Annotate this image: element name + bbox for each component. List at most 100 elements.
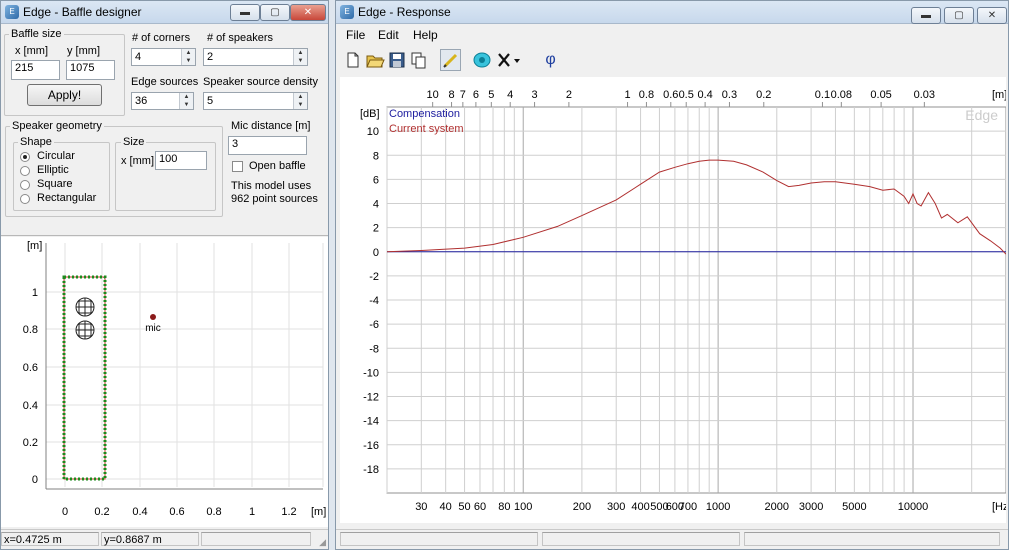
corners-spin-arrows[interactable]: ▲ ▼ [181, 49, 195, 65]
y-tick-label: -14 [363, 416, 379, 428]
shape-square-label: Square [37, 178, 73, 190]
plot-x-tick: 0 [62, 506, 68, 518]
legend-entry: Current system [389, 123, 464, 135]
y-tick-label: 2 [373, 223, 379, 235]
top-axis-unit: [m] [992, 89, 1006, 101]
speaker-density-spin-arrows[interactable]: ▲ ▼ [293, 93, 307, 109]
top-axis-label: 5 [488, 89, 494, 101]
close-button[interactable]: ✕ [290, 4, 326, 21]
corners-value: 4 [135, 51, 142, 63]
baffle-x-input[interactable]: 215 [11, 60, 60, 80]
edge-sources-label: Edge sources [131, 76, 199, 88]
x-tick-label: 2000 [765, 501, 789, 513]
y-axis-unit: [dB] [360, 108, 380, 120]
window-title: Edge - Baffle designer [23, 5, 142, 19]
draw-tool-button[interactable] [440, 49, 461, 71]
minimize-button[interactable]: ▬ [911, 7, 941, 24]
new-file-button[interactable] [342, 49, 363, 71]
legend-entry: Compensation [389, 108, 460, 120]
y-tick-label: -4 [369, 295, 379, 307]
top-axis-label: 0.08 [831, 89, 852, 101]
edge-sources-spinner[interactable]: 36 ▲ ▼ [131, 92, 194, 110]
copy-button[interactable] [408, 49, 429, 71]
speaker-icon [473, 52, 491, 68]
model-info-line2: 962 point sources [231, 193, 318, 205]
shape-label: Shape [18, 136, 54, 148]
mic-distance-label: Mic distance [m] [231, 120, 311, 132]
speakers-spin-arrows[interactable]: ▲ ▼ [293, 49, 307, 65]
baffle-y-input[interactable]: 1075 [66, 60, 115, 80]
resize-grip-icon[interactable]: ◢ [319, 537, 326, 548]
new-file-icon [347, 52, 359, 68]
open-baffle-checkbox[interactable] [232, 161, 243, 172]
y-tick-label: 8 [373, 150, 379, 162]
title-bar: E Edge - Response ▬ ▢ ✕ [336, 1, 1008, 24]
mic-marker-icon[interactable] [150, 314, 156, 320]
speaker-size-input[interactable]: 100 [155, 151, 207, 170]
open-baffle-label: Open baffle [249, 160, 306, 172]
shape-elliptic-radio[interactable] [20, 166, 30, 176]
menu-file[interactable]: File [346, 28, 365, 42]
save-button[interactable] [386, 49, 407, 71]
edge-watermark: Edge [965, 107, 998, 123]
open-button[interactable] [364, 49, 385, 71]
status-pane-1 [340, 532, 538, 546]
plot-x-tick: 0.4 [132, 506, 147, 518]
x-tick-label: 80 [498, 501, 510, 513]
baffle-y-label: y [mm] [67, 45, 100, 57]
edge-sources-spin-arrows[interactable]: ▲ ▼ [179, 93, 193, 109]
maximize-button[interactable]: ▢ [260, 4, 290, 21]
speaker-tweeter [75, 320, 95, 340]
response-chart[interactable]: 1086420-2-4-6-8-10-12-14-16-1830 40 50 60 80… [340, 77, 1006, 523]
delete-dropdown-button[interactable] [495, 49, 523, 71]
top-axis-label: 10 [427, 89, 439, 101]
x-tick-label: 400 [631, 501, 649, 513]
speaker-density-value: 5 [207, 95, 214, 107]
x-tick-label: 100 [514, 501, 532, 513]
speaker-density-spinner[interactable]: 5 ▲ ▼ [203, 92, 308, 110]
shape-elliptic-label: Elliptic [37, 164, 69, 176]
speaker-tool-button[interactable] [471, 49, 492, 71]
mic-distance-input[interactable]: 3 [228, 136, 307, 155]
y-tick-label: 6 [373, 174, 379, 186]
x-tick-label: 60 [474, 501, 486, 513]
size-x-label: x [mm] [121, 155, 154, 167]
speakers-value: 2 [207, 51, 214, 63]
top-axis-label: 0.05 [870, 89, 891, 101]
speakers-spinner[interactable]: 2 ▲ ▼ [203, 48, 308, 66]
menu-help[interactable]: Help [413, 28, 438, 42]
phase-button[interactable]: φ [540, 49, 561, 71]
corners-spinner[interactable]: 4 ▲ ▼ [131, 48, 196, 66]
top-axis-label: 4 [507, 89, 513, 101]
delete-x-icon [498, 53, 520, 67]
maximize-button[interactable]: ▢ [944, 7, 974, 24]
top-axis-label: 0.2 [756, 89, 771, 101]
y-tick-label: 0 [373, 247, 379, 259]
y-tick-label: -2 [369, 271, 379, 283]
mic-label: mic [145, 323, 161, 334]
x-tick-label: 200 [573, 501, 591, 513]
x-tick-label: 700 [679, 501, 697, 513]
plot-divider [1, 235, 328, 236]
x-tick-label: 10000 [898, 501, 929, 513]
top-axis-label: 0.8 [639, 89, 654, 101]
close-button[interactable]: ✕ [977, 7, 1007, 24]
shape-rectangular-radio[interactable] [20, 194, 30, 204]
top-axis-label: 0.1 [815, 89, 830, 101]
menu-edit[interactable]: Edit [378, 28, 399, 42]
x-tick-label: 300 [607, 501, 625, 513]
x-tick-label: 3000 [799, 501, 823, 513]
baffle-x-label: x [mm] [15, 45, 48, 57]
top-axis-label: 0.5 [679, 89, 694, 101]
baffle-plot[interactable]: [m] [m] 1 0.8 0.6 0.4 0.2 0 0 0.2 0.4 0.… [1, 237, 328, 527]
open-folder-icon [366, 55, 385, 68]
minimize-button[interactable]: ▬ [230, 4, 260, 21]
shape-circular-radio[interactable] [20, 152, 30, 162]
top-axis-label: 2 [566, 89, 572, 101]
plot-y-unit: [m] [27, 240, 42, 252]
title-bar: E Edge - Baffle designer ▬ ▢ ✕ [1, 1, 328, 24]
shape-square-radio[interactable] [20, 180, 30, 190]
pencil-icon [443, 53, 458, 68]
apply-button[interactable]: Apply! [27, 84, 102, 106]
plot-y-tick: 0.2 [23, 437, 38, 449]
